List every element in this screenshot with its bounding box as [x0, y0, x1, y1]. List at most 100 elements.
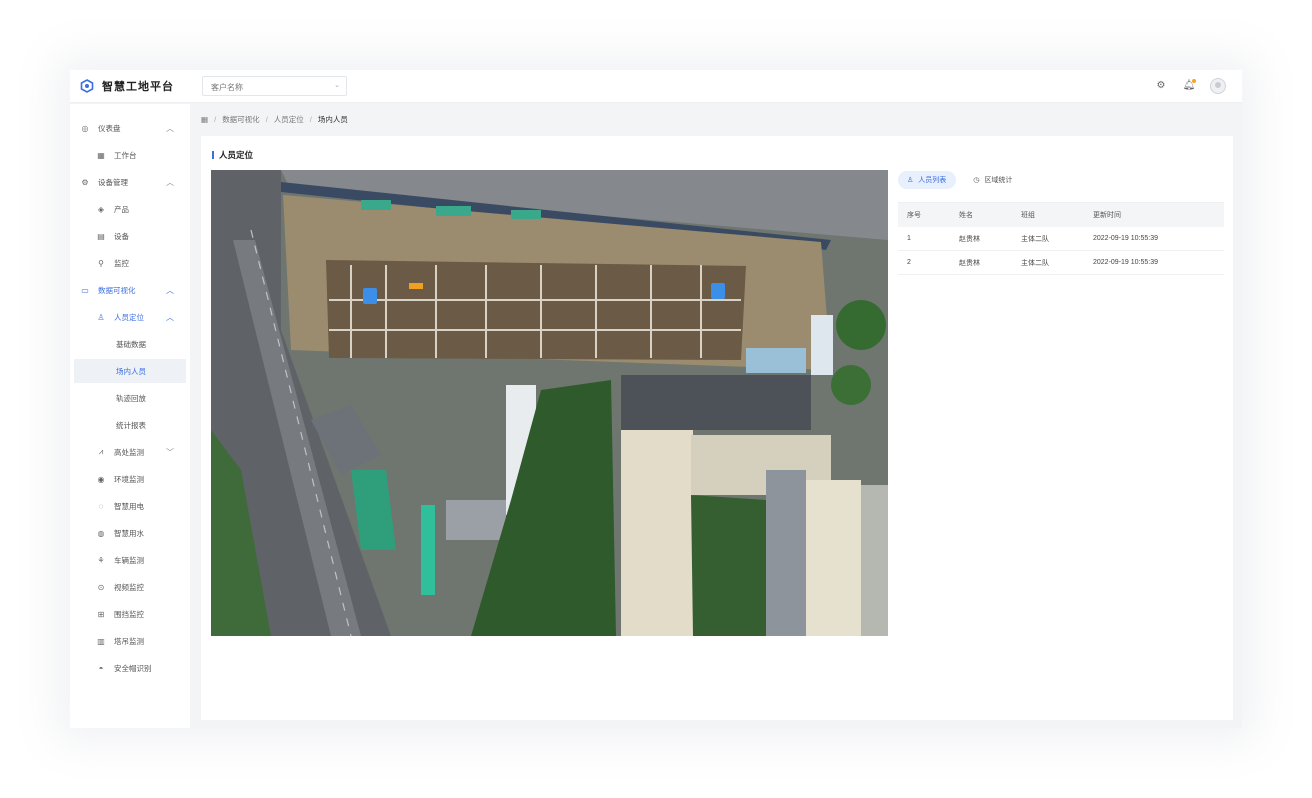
project-select[interactable]: 客户名称 ⌄: [202, 76, 347, 96]
sidebar-item-device-management[interactable]: ⚙ 设备管理 ︿: [74, 170, 186, 194]
monitor-icon: ▭: [81, 285, 89, 295]
people-icon: ♙: [907, 177, 914, 184]
column-header: 更新时间: [1093, 212, 1121, 219]
page-title: 人员定位: [219, 150, 254, 160]
sidebar-item-basic-data[interactable]: 基础数据: [74, 332, 186, 356]
leaf-icon: ◉: [97, 474, 105, 484]
sidebar-item-helmet-recognition[interactable]: ◓ 安全帽识别: [74, 656, 186, 680]
sidebar-item-label: 环境监测: [114, 474, 144, 484]
sidebar-item-label: 数据可视化: [98, 285, 136, 295]
sidebar-item-label: 智慧用水: [114, 528, 144, 538]
breadcrumb-current: 场内人员: [317, 115, 348, 124]
site-aerial-map[interactable]: [211, 170, 888, 636]
device-icon: ▤: [97, 231, 105, 241]
sidebar-item-label: 塔吊监测: [114, 636, 144, 646]
sidebar-item-label: 智慧用电: [114, 501, 144, 511]
app-title: 智慧工地平台: [102, 81, 174, 93]
chevron-down-icon: ⌄: [334, 82, 340, 89]
dashboard-icon: ◎: [81, 123, 89, 133]
drop-icon: ◍: [97, 528, 105, 538]
sidebar-item-label: 视频监控: [114, 582, 144, 592]
chevron-down-icon: ﹀: [166, 447, 174, 457]
app-window: 智慧工地平台 客户名称 ⌄ ⚙ 🔔︎ ◎ 仪表盘 ︿ ▦ 工作台 ⚙ 设备管理 …: [70, 70, 1242, 728]
clock-icon: ◷: [973, 177, 980, 184]
table-row[interactable]: 2 赵贵林 主体二队 2022-09-19 10:55:39: [898, 251, 1224, 275]
notification-badge: [1192, 79, 1196, 83]
sidebar-item-product[interactable]: ◈ 产品: [74, 197, 186, 221]
aerial-map-image: [211, 170, 888, 636]
sidebar-item-label: 设备管理: [98, 177, 128, 187]
crane-icon: ▥: [97, 636, 105, 646]
table-cell: 2022-09-19 10:55:39: [1093, 235, 1158, 242]
tab-personnel-list[interactable]: ♙ 人员列表: [898, 171, 957, 189]
sidebar-item-monitor[interactable]: ⚲ 监控: [74, 251, 186, 275]
sidebar-item-label: 设备: [114, 231, 129, 241]
sidebar-item-fence-monitoring[interactable]: ⊞ 围挡监控: [74, 602, 186, 626]
table-cell: 赵贵林: [959, 259, 980, 267]
logo: 智慧工地平台: [80, 78, 174, 94]
table-cell: 主体二队: [1021, 259, 1049, 267]
grid-icon: ▦: [97, 150, 105, 160]
tab-label: 人员列表: [918, 177, 947, 184]
sidebar-item-label: 工作台: [114, 150, 137, 160]
sidebar-item-label: 围挡监控: [114, 609, 144, 619]
table-row[interactable]: 1 赵贵林 主体二队 2022-09-19 10:55:39: [898, 227, 1224, 251]
camera-icon: ⊙: [97, 582, 105, 592]
helmet-icon: ◓: [98, 663, 104, 673]
sidebar-item-crane-monitoring[interactable]: ▥ 塔吊监测: [74, 629, 186, 653]
sidebar-item-label: 统计报表: [116, 420, 146, 430]
sidebar-item-label: 人员定位: [114, 312, 144, 322]
sidebar-item-height-monitoring[interactable]: ⩘ 高处监测 ﹀: [74, 440, 186, 464]
pin-icon: ⚲: [98, 258, 104, 268]
sidebar-item-environment-monitoring[interactable]: ◉ 环境监测: [74, 467, 186, 491]
avatar[interactable]: [1210, 78, 1226, 94]
sidebar-item-video-surveillance[interactable]: ⊙ 视频监控: [74, 575, 186, 599]
car-icon: ⚘: [97, 555, 105, 565]
sidebar-item-statistics-report[interactable]: 统计报表: [74, 413, 186, 437]
chevron-up-icon: ︿: [166, 285, 174, 295]
breadcrumb-item[interactable]: 人员定位: [274, 114, 304, 125]
project-select-value: 客户名称: [211, 83, 243, 92]
sidebar-item-label: 高处监测: [114, 447, 144, 457]
sidebar-item-label: 基础数据: [116, 339, 146, 349]
tab-area-statistics[interactable]: ◷ 区域统计: [964, 171, 1022, 189]
bell-icon[interactable]: 🔔︎: [1182, 79, 1196, 93]
sidebar-item-workbench[interactable]: ▦ 工作台: [74, 143, 186, 167]
panel-title: 人员定位: [212, 149, 253, 161]
sidebar-item-label: 仪表盘: [98, 123, 121, 133]
table-cell: 1: [907, 235, 911, 242]
cube-icon: ◈: [97, 204, 105, 214]
tab-label: 区域统计: [984, 177, 1013, 184]
sidebar-item-label: 安全帽识别: [114, 663, 152, 673]
table-cell: 主体二队: [1021, 235, 1049, 243]
person-pin-icon: ♙: [97, 312, 105, 322]
chevron-up-icon: ︿: [166, 177, 174, 187]
chevron-up-icon: ︿: [166, 312, 174, 322]
bolt-icon: ◌: [98, 501, 104, 511]
column-header: 姓名: [959, 212, 973, 219]
breadcrumb-item[interactable]: 数据可视化: [222, 114, 260, 125]
tab-bar: ♙ 人员列表 ◷ 区域统计: [898, 171, 1022, 189]
home-grid-icon[interactable]: ▦: [201, 115, 208, 124]
settings-icon[interactable]: ⚙: [1154, 79, 1168, 93]
logo-icon: [80, 79, 94, 93]
table-cell: 赵贵林: [959, 235, 980, 243]
header-actions: ⚙ 🔔︎: [1154, 78, 1226, 94]
stage: 智慧工地平台 客户名称 ⌄ ⚙ 🔔︎ ◎ 仪表盘 ︿ ▦ 工作台 ⚙ 设备管理 …: [0, 0, 1312, 798]
sidebar-item-smart-electricity[interactable]: ◌ 智慧用电: [74, 494, 186, 518]
chevron-up-icon: ︿: [166, 123, 174, 133]
column-header: 序号: [907, 212, 921, 219]
sidebar-item-personnel-positioning[interactable]: ♙ 人员定位 ︿: [74, 305, 186, 329]
sidebar-item-label: 车辆监测: [114, 555, 144, 565]
sidebar-item-vehicle-monitoring[interactable]: ⚘ 车辆监测: [74, 548, 186, 572]
table-header: 序号 姓名 班组 更新时间: [898, 203, 1224, 227]
sidebar-item-track-playback[interactable]: 轨迹回放: [74, 386, 186, 410]
sidebar-item-dashboard[interactable]: ◎ 仪表盘 ︿: [74, 116, 186, 140]
main-panel: 人员定位 ♙ 人员列表 ◷ 区域统计 序号 姓名 班组 更新时间 1 赵贵林 主…: [201, 136, 1233, 720]
sidebar-item-smart-water[interactable]: ◍ 智慧用水: [74, 521, 186, 545]
table-cell: 2: [907, 259, 911, 266]
sidebar-item-onsite-personnel[interactable]: 场内人员: [74, 359, 186, 383]
table-cell: 2022-09-19 10:55:39: [1093, 259, 1158, 266]
sidebar-item-data-visualization[interactable]: ▭ 数据可视化 ︿: [74, 278, 186, 302]
sidebar-item-device[interactable]: ▤ 设备: [74, 224, 186, 248]
